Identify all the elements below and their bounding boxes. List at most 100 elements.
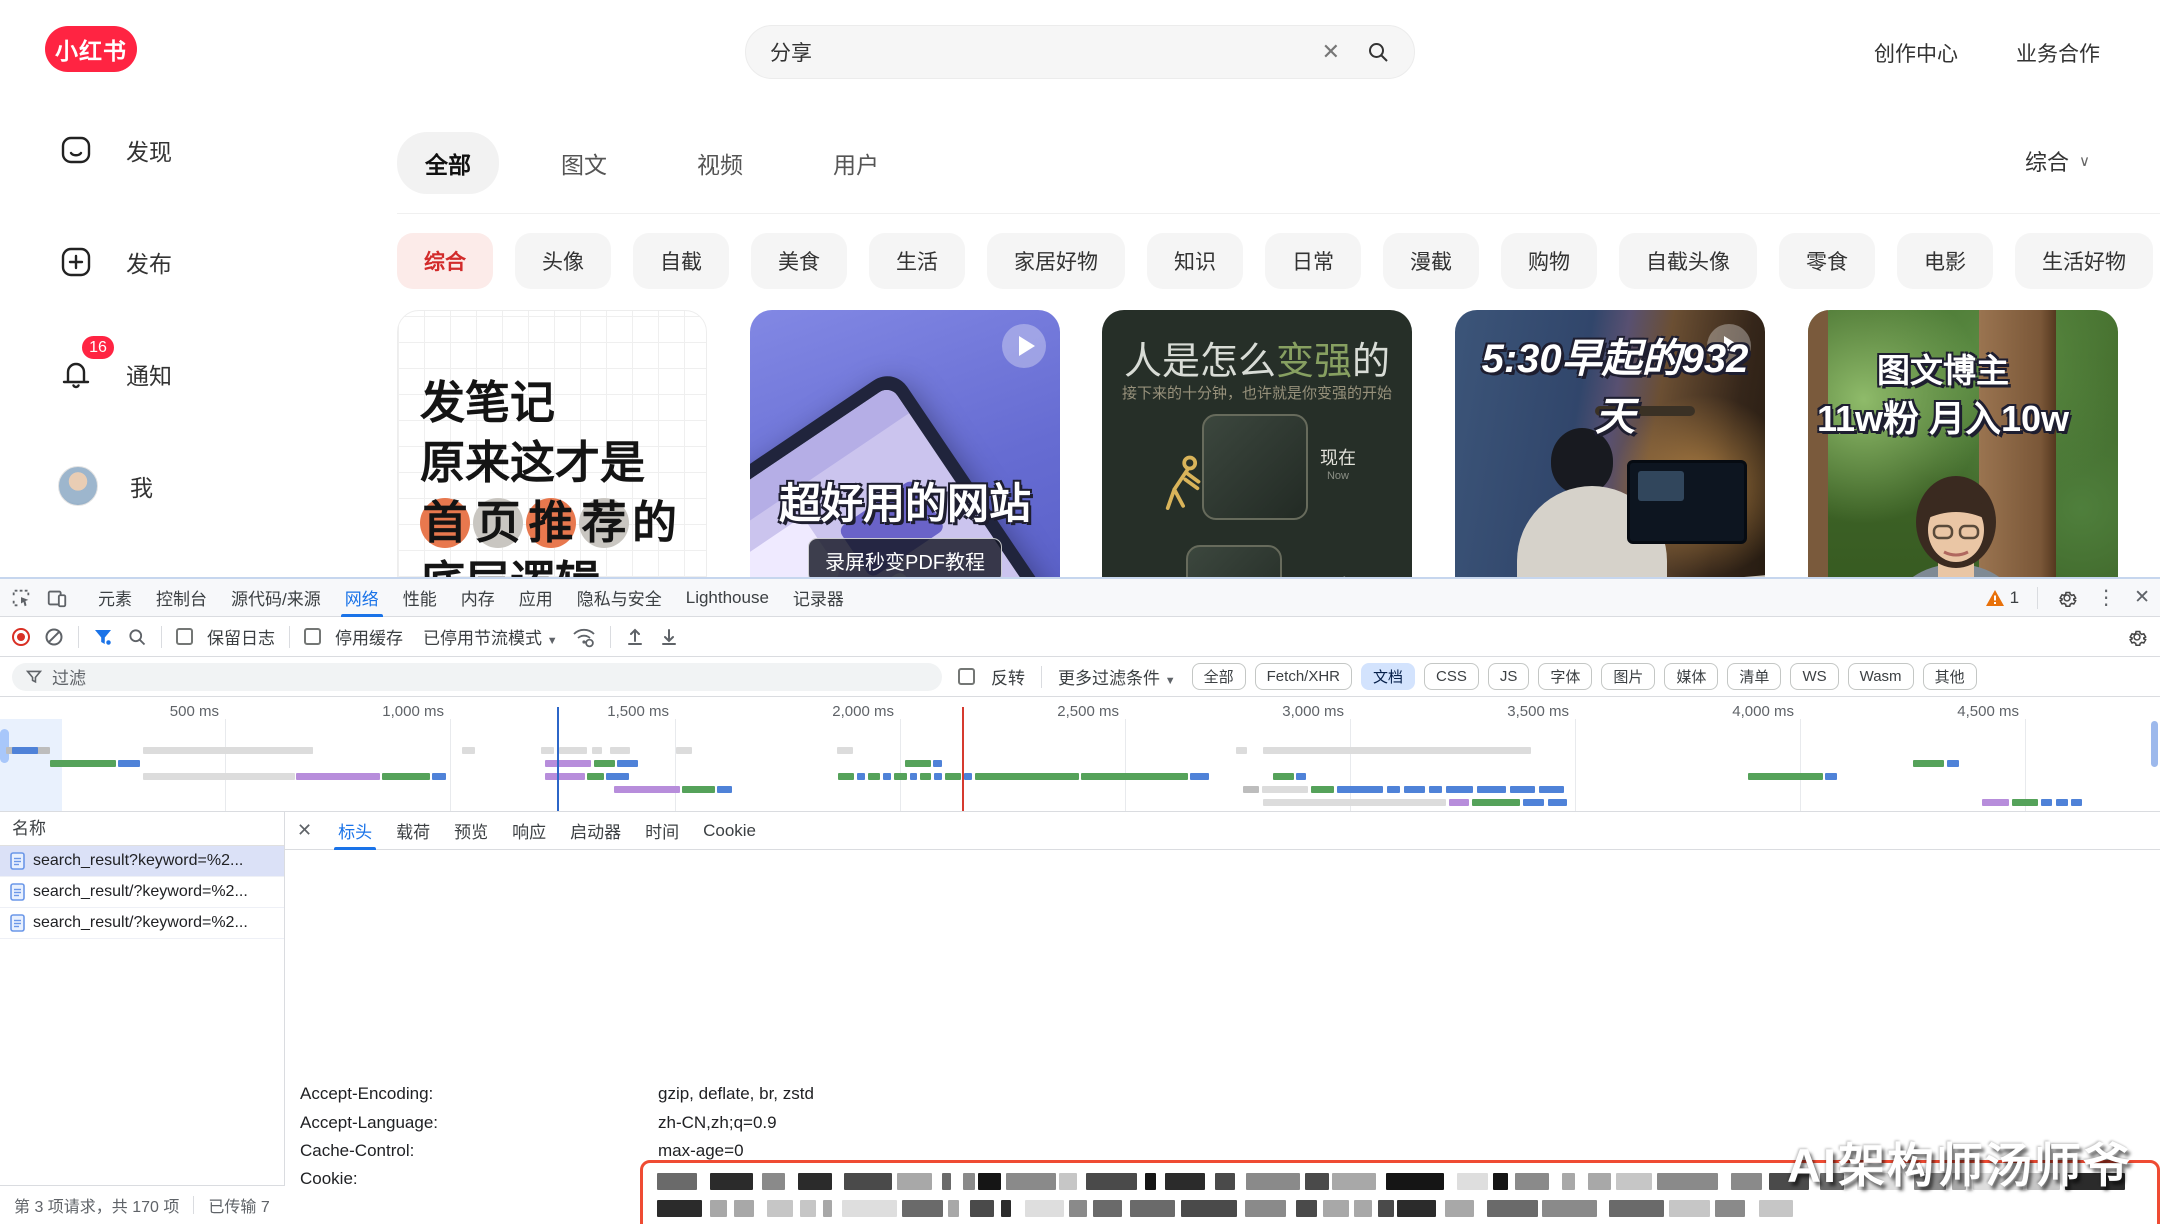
- note-card-2[interactable]: 超好用的网站 录屏秒变PDF教程: [750, 310, 1060, 577]
- waterfall-scrollbar[interactable]: [2151, 721, 2158, 767]
- detail-tab-6[interactable]: 时间: [633, 812, 691, 850]
- import-har-icon[interactable]: [625, 627, 645, 647]
- search-input[interactable]: [770, 40, 1322, 64]
- document-icon: [10, 852, 25, 870]
- devtools-tab-10[interactable]: 记录器: [781, 579, 856, 617]
- filter-chip-11[interactable]: Wasm: [1848, 663, 1914, 690]
- filter-funnel-icon[interactable]: [93, 627, 113, 647]
- waterfall-bar: [1404, 786, 1425, 793]
- preserve-log-checkbox[interactable]: [176, 628, 193, 645]
- result-tab-1[interactable]: 全部: [397, 132, 499, 194]
- redacted-block: [844, 1173, 892, 1190]
- detail-tab-2[interactable]: 载荷: [384, 812, 442, 850]
- waterfall-bar: [905, 760, 931, 767]
- network-conditions-icon[interactable]: [572, 626, 596, 648]
- category-chip-6[interactable]: 家居好物: [987, 233, 1125, 289]
- detail-tab-3[interactable]: 预览: [442, 812, 500, 850]
- category-chip-13[interactable]: 电影: [1897, 233, 1993, 289]
- redacted-block: [1386, 1173, 1443, 1190]
- filter-input[interactable]: 过滤: [12, 663, 942, 691]
- request-row-2[interactable]: search_result/?keyword=%2...: [0, 877, 284, 908]
- business-link[interactable]: 业务合作: [2016, 38, 2100, 68]
- category-chip-10[interactable]: 购物: [1501, 233, 1597, 289]
- throttling-select[interactable]: 已停用节流模式 ▼: [423, 624, 558, 649]
- filter-chip-10[interactable]: WS: [1790, 663, 1838, 690]
- devtools-tab-8[interactable]: 隐私与安全: [565, 579, 674, 617]
- filter-chip-4[interactable]: CSS: [1424, 663, 1479, 690]
- close-devtools-icon[interactable]: ✕: [2134, 586, 2150, 609]
- devtools-tab-7[interactable]: 应用: [507, 579, 565, 617]
- redacted-block: [1181, 1200, 1237, 1217]
- xiaohongshu-logo[interactable]: 小红书: [45, 26, 137, 72]
- devtools-tab-5[interactable]: 性能: [391, 579, 449, 617]
- filter-chip-6[interactable]: 字体: [1538, 663, 1592, 690]
- category-chip-5[interactable]: 生活: [869, 233, 965, 289]
- note-card-5[interactable]: 图文博主 11w粉 月入10w: [1808, 310, 2118, 577]
- sidebar-item-publish[interactable]: 发布: [0, 232, 260, 292]
- category-chip-2[interactable]: 头像: [515, 233, 611, 289]
- devtools-tab-3[interactable]: 源代码/来源: [219, 579, 333, 617]
- detail-tab-7[interactable]: Cookie: [691, 812, 768, 850]
- filter-chip-3[interactable]: 文档: [1361, 663, 1415, 690]
- waterfall-bar: [1472, 799, 1520, 806]
- category-chip-9[interactable]: 漫截: [1383, 233, 1479, 289]
- export-har-icon[interactable]: [659, 627, 679, 647]
- creator-center-link[interactable]: 创作中心: [1874, 38, 1958, 68]
- more-filters-dropdown[interactable]: 更多过滤条件 ▼: [1058, 664, 1176, 689]
- devtools-tab-4[interactable]: 网络: [333, 579, 391, 617]
- network-settings-gear-icon[interactable]: [2126, 626, 2148, 648]
- device-toolbar-icon[interactable]: [46, 587, 68, 609]
- waterfall-bar: [1510, 786, 1535, 793]
- clear-network-log-icon[interactable]: [44, 627, 64, 647]
- waterfall-bar: [143, 773, 295, 780]
- devtools-tab-1[interactable]: 元素: [86, 579, 144, 617]
- devtools-tab-2[interactable]: 控制台: [144, 579, 219, 617]
- sidebar-item-discover[interactable]: 发现: [0, 120, 260, 180]
- result-tab-2[interactable]: 图文: [533, 132, 635, 194]
- load-event-line: [962, 707, 964, 811]
- filter-chip-12[interactable]: 其他: [1923, 663, 1977, 690]
- disable-cache-checkbox[interactable]: [304, 628, 321, 645]
- waterfall-overview[interactable]: 500 ms1,000 ms1,500 ms2,000 ms2,500 ms3,…: [0, 697, 2160, 812]
- detail-tab-4[interactable]: 响应: [500, 812, 558, 850]
- filter-chip-8[interactable]: 媒体: [1664, 663, 1718, 690]
- category-chip-1[interactable]: 综合: [397, 233, 493, 289]
- category-chip-14[interactable]: 生活好物: [2015, 233, 2153, 289]
- record-network-log-button[interactable]: [12, 628, 30, 646]
- category-chip-11[interactable]: 自截头像: [1619, 233, 1757, 289]
- category-chip-4[interactable]: 美食: [751, 233, 847, 289]
- waterfall-bar: [868, 773, 880, 780]
- category-chip-8[interactable]: 日常: [1265, 233, 1361, 289]
- category-chip-3[interactable]: 自截: [633, 233, 729, 289]
- devtools-tab-6[interactable]: 内存: [449, 579, 507, 617]
- filter-chip-2[interactable]: Fetch/XHR: [1255, 663, 1352, 690]
- filter-chip-7[interactable]: 图片: [1601, 663, 1655, 690]
- kebab-menu-icon[interactable]: ⋮: [2096, 585, 2116, 610]
- detail-tab-1[interactable]: 标头: [326, 812, 384, 850]
- request-row-1[interactable]: search_result?keyword=%2...: [0, 846, 284, 877]
- filter-chip-9[interactable]: 清单: [1727, 663, 1781, 690]
- close-detail-icon[interactable]: ✕: [297, 820, 312, 841]
- search-network-icon[interactable]: [127, 627, 147, 647]
- search-icon[interactable]: [1366, 40, 1390, 64]
- result-tab-3[interactable]: 视频: [669, 132, 771, 194]
- clear-search-icon[interactable]: ✕: [1322, 39, 1340, 65]
- filter-chip-1[interactable]: 全部: [1192, 663, 1246, 690]
- note-card-4[interactable]: 5:30早起的932天: [1455, 310, 1765, 577]
- result-tab-4[interactable]: 用户: [805, 132, 907, 194]
- category-chip-7[interactable]: 知识: [1147, 233, 1243, 289]
- invert-filter-checkbox[interactable]: [958, 668, 975, 685]
- category-chip-12[interactable]: 零食: [1779, 233, 1875, 289]
- inspect-icon[interactable]: [10, 587, 32, 609]
- detail-tab-5[interactable]: 启动器: [558, 812, 633, 850]
- filter-chip-5[interactable]: JS: [1488, 663, 1530, 690]
- settings-gear-icon[interactable]: [2056, 587, 2078, 609]
- waterfall-handle[interactable]: [0, 729, 9, 763]
- note-card-3[interactable]: 人是怎么变强的 接下来的十分钟，也许就是你变强的开始 现在Now 一周后One …: [1102, 310, 1412, 577]
- request-row-3[interactable]: search_result/?keyword=%2...: [0, 908, 284, 939]
- search-bar[interactable]: ✕: [745, 25, 1415, 79]
- note-card-1[interactable]: 发笔记 原来这才是 首页推荐的 底层逻辑: [397, 310, 707, 577]
- warning-indicator[interactable]: 1: [1986, 588, 2019, 608]
- devtools-tab-9[interactable]: Lighthouse: [674, 579, 781, 617]
- sort-dropdown[interactable]: 综合 ∨: [2025, 145, 2090, 177]
